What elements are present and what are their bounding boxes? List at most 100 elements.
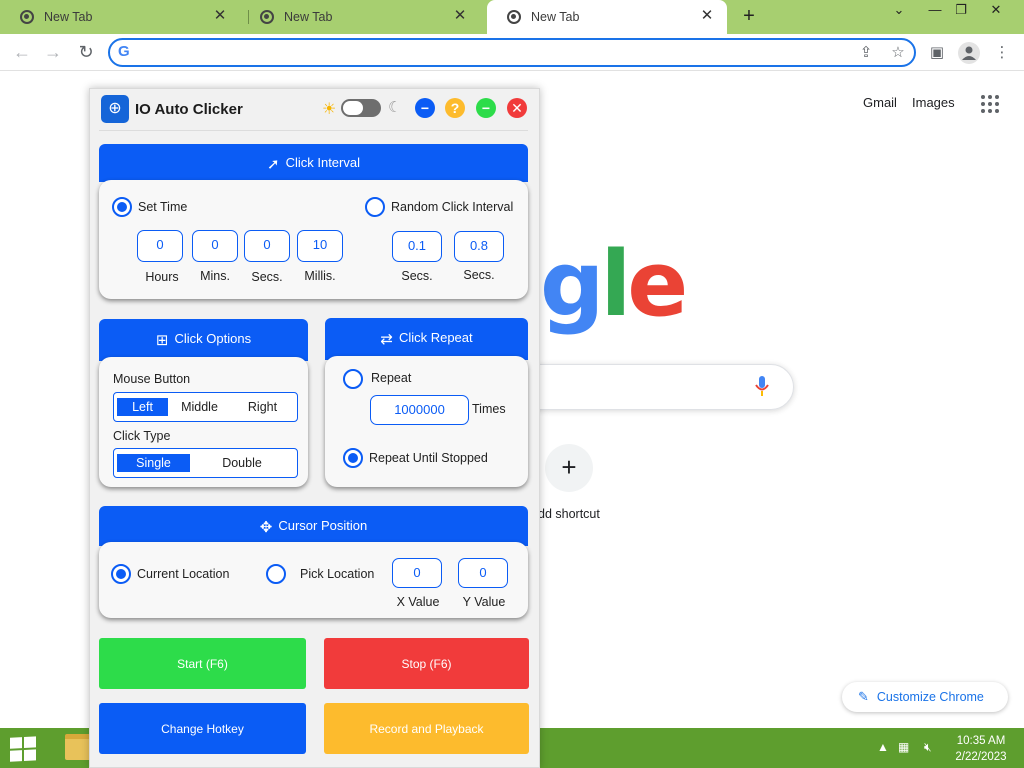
cursor-position-header: ✥ Cursor Position xyxy=(99,506,528,546)
set-time-label: Set Time xyxy=(138,200,188,214)
click-type-label: Click Type xyxy=(113,429,171,443)
mouse-right-option[interactable]: Right xyxy=(231,400,294,414)
mouse-button-selector: Left Middle Right xyxy=(113,392,298,422)
address-bar[interactable]: G xyxy=(108,38,916,67)
random-min-label: Secs. xyxy=(401,269,433,283)
title-divider xyxy=(99,130,528,131)
bookmark-star-icon[interactable]: ☆ xyxy=(887,42,909,64)
stop-button[interactable]: Stop (F6) xyxy=(324,638,529,689)
tab-1[interactable]: New Tab ✕ xyxy=(0,0,240,34)
chrome-favicon-icon xyxy=(20,10,34,24)
mouse-left-option[interactable]: Left xyxy=(117,398,168,416)
y-value-label: Y Value xyxy=(462,595,506,609)
random-max-input[interactable]: 0.8 xyxy=(454,231,504,262)
forward-icon[interactable]: → xyxy=(41,40,65,64)
cursor-position-icon: ✥ xyxy=(259,519,273,536)
current-location-radio[interactable] xyxy=(111,564,131,584)
x-value-label: X Value xyxy=(396,595,440,609)
tab-2[interactable]: New Tab ✕ xyxy=(240,0,480,34)
click-single-option[interactable]: Single xyxy=(117,454,190,472)
tray-time: 10:35 AM xyxy=(956,735,1006,747)
tab-search-icon[interactable]: ⌄ xyxy=(884,2,914,18)
tab-close-icon[interactable]: ✕ xyxy=(699,8,715,24)
repeat-until-stopped-label: Repeat Until Stopped xyxy=(369,451,488,465)
repeat-label: Repeat xyxy=(371,371,412,385)
random-interval-radio[interactable] xyxy=(365,197,385,217)
click-repeat-header: ⇄ Click Repeat xyxy=(325,318,528,360)
tab-title: New Tab xyxy=(44,10,93,24)
repeat-until-stopped-radio[interactable] xyxy=(343,448,363,468)
random-min-input[interactable]: 0.1 xyxy=(392,231,442,262)
tab-title: New Tab xyxy=(284,10,333,24)
volume-muted-icon[interactable]: 🔇︎ xyxy=(924,740,932,755)
y-value-input[interactable]: 0 xyxy=(458,558,508,588)
repeat-radio[interactable] xyxy=(343,369,363,389)
pick-location-radio[interactable] xyxy=(266,564,286,584)
back-icon[interactable]: ← xyxy=(10,40,34,64)
tab-3-active[interactable]: New Tab ✕ xyxy=(487,0,727,34)
sun-icon: ☀ xyxy=(322,101,337,118)
google-logo: gle xyxy=(540,232,688,337)
close-window-button[interactable]: ✕ xyxy=(981,2,1011,18)
click-options-header: ⊞ Click Options xyxy=(99,319,308,361)
network-icon[interactable]: ▦ xyxy=(898,740,909,754)
gmail-link[interactable]: Gmail xyxy=(863,95,897,110)
app-title: IO Auto Clicker xyxy=(135,101,243,118)
voice-search-icon[interactable] xyxy=(755,376,769,398)
mouse-button-label: Mouse Button xyxy=(113,372,191,386)
tray-overflow-icon[interactable]: ▲ xyxy=(877,740,889,754)
change-hotkey-button[interactable]: Change Hotkey xyxy=(99,703,306,754)
images-link[interactable]: Images xyxy=(912,95,955,110)
hours-label: Hours xyxy=(145,270,179,284)
google-search-box[interactable] xyxy=(500,364,794,410)
seconds-input[interactable]: 0 xyxy=(244,230,290,262)
customize-chrome-button[interactable]: ✎ Customize Chrome xyxy=(842,682,1008,712)
google-apps-icon[interactable] xyxy=(981,95,999,113)
repeat-count-input[interactable]: 1000000 xyxy=(370,395,469,425)
click-double-option[interactable]: Double xyxy=(190,456,294,470)
pencil-icon: ✎ xyxy=(858,689,869,704)
click-repeat-icon: ⇄ xyxy=(380,331,393,348)
random-max-label: Secs. xyxy=(463,268,495,282)
help-button[interactable]: ? xyxy=(445,98,465,118)
side-panel-icon[interactable]: ▣ xyxy=(926,42,948,64)
hours-input[interactable]: 0 xyxy=(137,230,183,262)
app-logo-icon: ⊕ xyxy=(101,95,129,123)
theme-toggle[interactable] xyxy=(341,99,381,117)
tab-close-icon[interactable]: ✕ xyxy=(212,8,228,24)
minutes-input[interactable]: 0 xyxy=(192,230,238,262)
chrome-favicon-icon xyxy=(507,10,521,24)
mouse-middle-option[interactable]: Middle xyxy=(168,400,231,414)
minimize-app-button[interactable]: − xyxy=(415,98,435,118)
millis-label: Millis. xyxy=(304,269,336,283)
close-app-button[interactable]: ✕ xyxy=(507,98,527,118)
menu-kebab-icon[interactable]: ⋮ xyxy=(991,42,1013,64)
start-button[interactable]: Start (F6) xyxy=(99,638,306,689)
click-interval-header: ➚ Click Interval xyxy=(99,144,528,182)
record-playback-button[interactable]: Record and Playback xyxy=(324,703,529,754)
new-tab-button[interactable]: + xyxy=(738,5,760,28)
profile-avatar-icon[interactable] xyxy=(958,42,980,64)
restore-button[interactable]: ❐ xyxy=(946,2,976,18)
share-icon[interactable]: ⇪ xyxy=(855,42,877,64)
reload-icon[interactable]: ↻ xyxy=(74,40,98,64)
chrome-favicon-icon xyxy=(260,10,274,24)
windows-start-icon[interactable] xyxy=(10,736,38,762)
file-explorer-icon[interactable] xyxy=(65,734,91,760)
x-value-input[interactable]: 0 xyxy=(392,558,442,588)
add-shortcut-label: dd shortcut xyxy=(538,507,600,521)
millis-input[interactable]: 10 xyxy=(297,230,343,262)
seconds-label: Secs. xyxy=(251,270,283,284)
tray-date: 2/22/2023 xyxy=(955,751,1007,763)
click-options-icon: ⊞ xyxy=(155,332,169,349)
current-location-label: Current Location xyxy=(137,567,230,581)
random-interval-label: Random Click Interval xyxy=(391,200,514,214)
tab-close-icon[interactable]: ✕ xyxy=(452,8,468,24)
add-shortcut-button[interactable]: + xyxy=(545,444,593,492)
pick-location-label: Pick Location xyxy=(300,567,375,581)
google-g-icon: G xyxy=(118,43,130,60)
minutes-label: Mins. xyxy=(200,269,230,283)
tray-clock[interactable]: 10:35 AM 2/22/2023 xyxy=(955,733,1007,765)
collapse-button[interactable]: − xyxy=(476,98,496,118)
set-time-radio[interactable] xyxy=(112,197,132,217)
